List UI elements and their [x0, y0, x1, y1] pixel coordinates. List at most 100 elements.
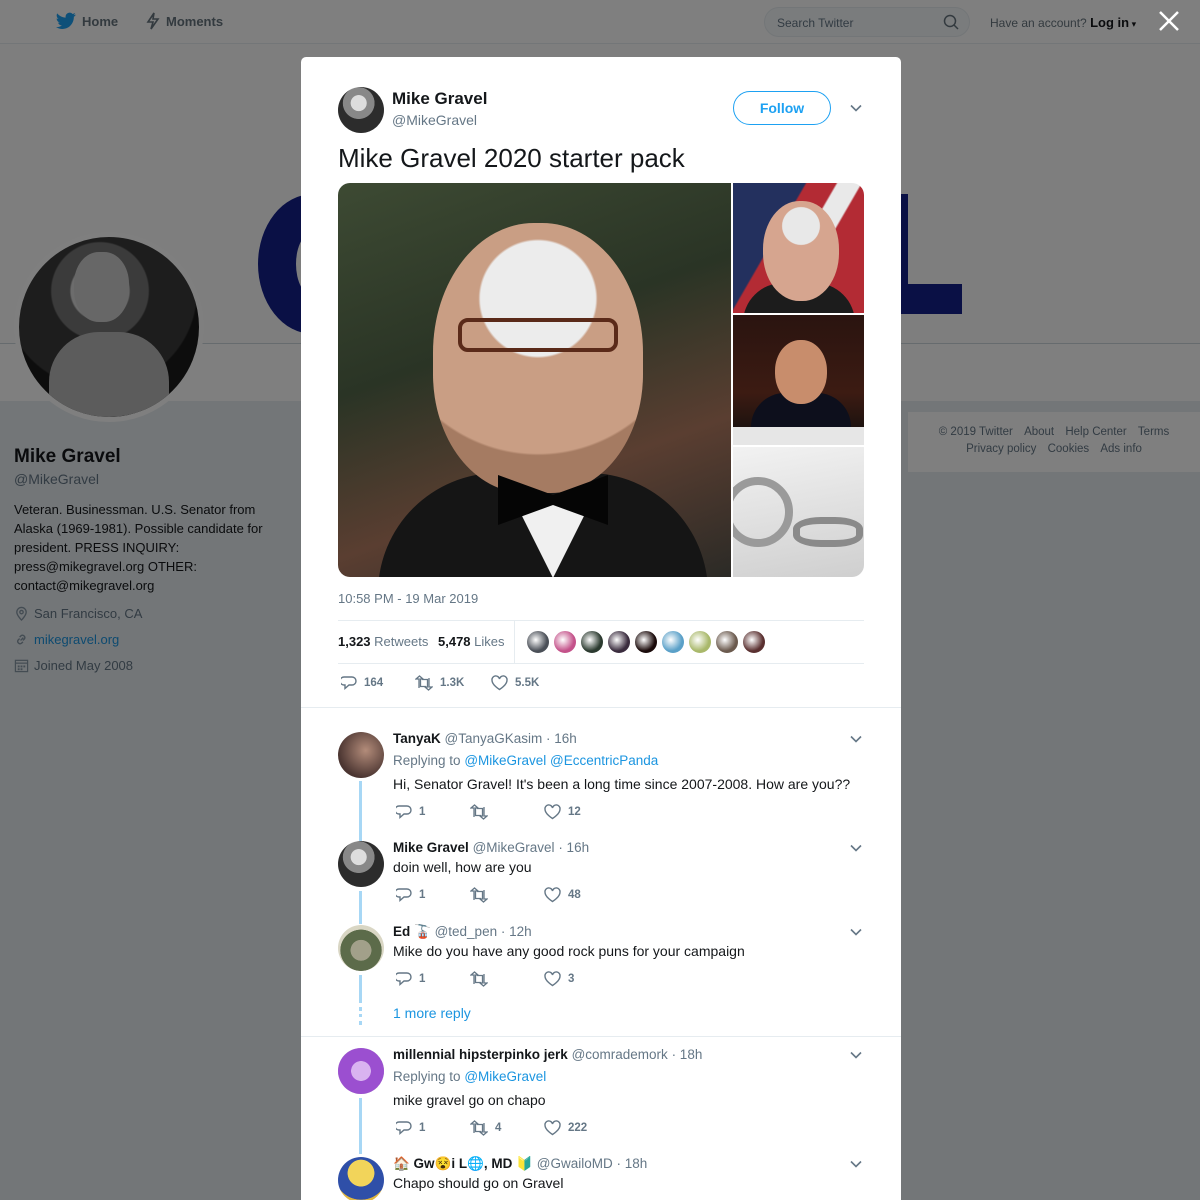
replying-prefix: Replying to — [393, 753, 461, 768]
reply-icon — [396, 972, 412, 987]
reply-author-handle[interactable]: @MikeGravel — [473, 840, 555, 855]
like-stat[interactable]: 5,478 Likes — [438, 634, 505, 649]
reply-button[interactable]: 1 — [396, 1120, 425, 1136]
photo-face — [763, 201, 839, 301]
chevron-down-icon[interactable] — [849, 732, 863, 746]
liker-avatar[interactable] — [688, 630, 712, 654]
reply-author-handle[interactable]: @comrademork — [572, 1047, 668, 1062]
photo-face — [775, 340, 827, 404]
reply-avatar[interactable] — [338, 732, 384, 778]
reply-button[interactable]: 1 — [396, 971, 425, 987]
retweet-button[interactable] — [470, 804, 495, 820]
reply-author-handle[interactable]: @ted_pen — [435, 924, 498, 939]
liker-avatar[interactable] — [634, 630, 658, 654]
heart-icon — [544, 971, 561, 987]
reply-avatar[interactable] — [338, 1048, 384, 1094]
liker-avatar[interactable] — [580, 630, 604, 654]
reply-author-name[interactable]: TanyaK — [393, 731, 441, 746]
like-button[interactable]: 3 — [544, 971, 574, 987]
like-button[interactable]: 5.5K — [491, 675, 539, 691]
liker-avatar[interactable] — [715, 630, 739, 654]
divider — [301, 1036, 901, 1037]
thread-dots — [359, 1007, 362, 1025]
author-name[interactable]: Mike Gravel — [392, 89, 487, 109]
reply-author-name[interactable]: 🏠 Gw😵i L🌐, MD 🔰 — [393, 1156, 533, 1171]
heart-icon — [491, 675, 508, 691]
reply-time[interactable]: · 12h — [501, 924, 532, 939]
reply-time[interactable]: · 16h — [558, 840, 589, 855]
reply-time[interactable]: · 18h — [672, 1047, 703, 1062]
reply-author-handle[interactable]: @TanyaGKasim — [445, 731, 543, 746]
reply-avatar[interactable] — [338, 841, 384, 887]
media-photo-2[interactable] — [733, 183, 864, 313]
reply-author-name[interactable]: millennial hipsterpinko jerk — [393, 1047, 568, 1062]
like-count: 5.5K — [515, 677, 540, 689]
reply-text: doin well, how are you — [393, 859, 532, 875]
media-photo-1[interactable] — [338, 183, 731, 577]
replying-prefix: Replying to — [393, 1069, 461, 1084]
reply-author-name[interactable]: Mike Gravel — [393, 840, 469, 855]
photo-handcuff — [793, 517, 863, 547]
chevron-down-icon[interactable] — [849, 1048, 863, 1062]
tweet-timestamp[interactable]: 10:58 PM - 19 Mar 2019 — [338, 591, 478, 606]
retweet-icon — [415, 675, 433, 691]
reply-header: 🏠 Gw😵i L🌐, MD 🔰 @GwailoMD · 18h — [393, 1156, 647, 1172]
retweet-count: 4 — [495, 1122, 502, 1134]
retweet-icon — [470, 1120, 488, 1136]
reply-time[interactable]: · 16h — [546, 731, 577, 746]
reply-header: millennial hipsterpinko jerk @comrademor… — [393, 1047, 702, 1062]
liker-avatars — [526, 630, 769, 654]
chevron-down-icon[interactable] — [849, 841, 863, 855]
chevron-down-icon[interactable] — [849, 925, 863, 939]
reply-mentions[interactable]: @MikeGravel — [464, 1069, 546, 1084]
liker-avatar[interactable] — [607, 630, 631, 654]
divider — [301, 707, 901, 708]
reply-text: mike gravel go on chapo — [393, 1092, 546, 1108]
retweet-button[interactable] — [470, 971, 495, 987]
like-button[interactable]: 12 — [544, 804, 581, 820]
retweet-button[interactable]: 1.3K — [415, 675, 464, 691]
photo-glasses — [458, 318, 618, 352]
reply-icon — [341, 676, 357, 691]
thread-line — [359, 781, 362, 841]
reply-avatar[interactable] — [338, 925, 384, 971]
like-button[interactable]: 48 — [544, 887, 581, 903]
reply-author-name[interactable]: Ed 🚡 — [393, 924, 431, 939]
retweet-stat[interactable]: 1,323 Retweets — [338, 634, 428, 649]
reply-author-handle[interactable]: @GwailoMD — [537, 1156, 613, 1171]
reply-count: 1 — [419, 1122, 426, 1134]
retweet-icon — [470, 971, 488, 987]
media-photo-4[interactable] — [733, 447, 864, 577]
follow-button[interactable]: Follow — [733, 91, 831, 125]
liker-avatar[interactable] — [661, 630, 685, 654]
replying-to: Replying to @MikeGravel — [393, 1069, 546, 1084]
like-button[interactable]: 222 — [544, 1120, 587, 1136]
author-avatar[interactable] — [338, 87, 384, 133]
reply-count: 164 — [364, 677, 384, 689]
more-replies-link[interactable]: 1 more reply — [393, 1005, 471, 1021]
author-handle[interactable]: @MikeGravel — [392, 112, 477, 128]
reply-button[interactable]: 1 — [396, 804, 425, 820]
chevron-down-icon[interactable] — [849, 101, 863, 115]
thread-line — [359, 975, 362, 1003]
retweet-button[interactable] — [470, 887, 495, 903]
thread-line — [359, 1098, 362, 1154]
close-modal-button[interactable] — [1156, 10, 1182, 36]
retweet-button[interactable]: 4 — [470, 1120, 501, 1136]
liker-avatar[interactable] — [526, 630, 550, 654]
media-photo-3[interactable] — [733, 315, 864, 445]
liker-avatar[interactable] — [742, 630, 766, 654]
photo-podium — [733, 427, 864, 445]
like-label: Likes — [474, 634, 505, 649]
reply-button[interactable]: 164 — [341, 675, 383, 691]
tweet-stats: 1,323 Retweets 5,478 Likes — [338, 620, 864, 664]
reply-time[interactable]: · 18h — [616, 1156, 647, 1171]
liker-avatar[interactable] — [553, 630, 577, 654]
photo-face — [433, 223, 643, 493]
chevron-down-icon[interactable] — [849, 1157, 863, 1171]
reply-mentions[interactable]: @MikeGravel @EccentricPanda — [464, 753, 658, 768]
reply-avatar[interactable] — [338, 1157, 384, 1200]
close-icon — [1159, 11, 1179, 31]
stats-divider — [514, 621, 515, 663]
reply-button[interactable]: 1 — [396, 887, 425, 903]
